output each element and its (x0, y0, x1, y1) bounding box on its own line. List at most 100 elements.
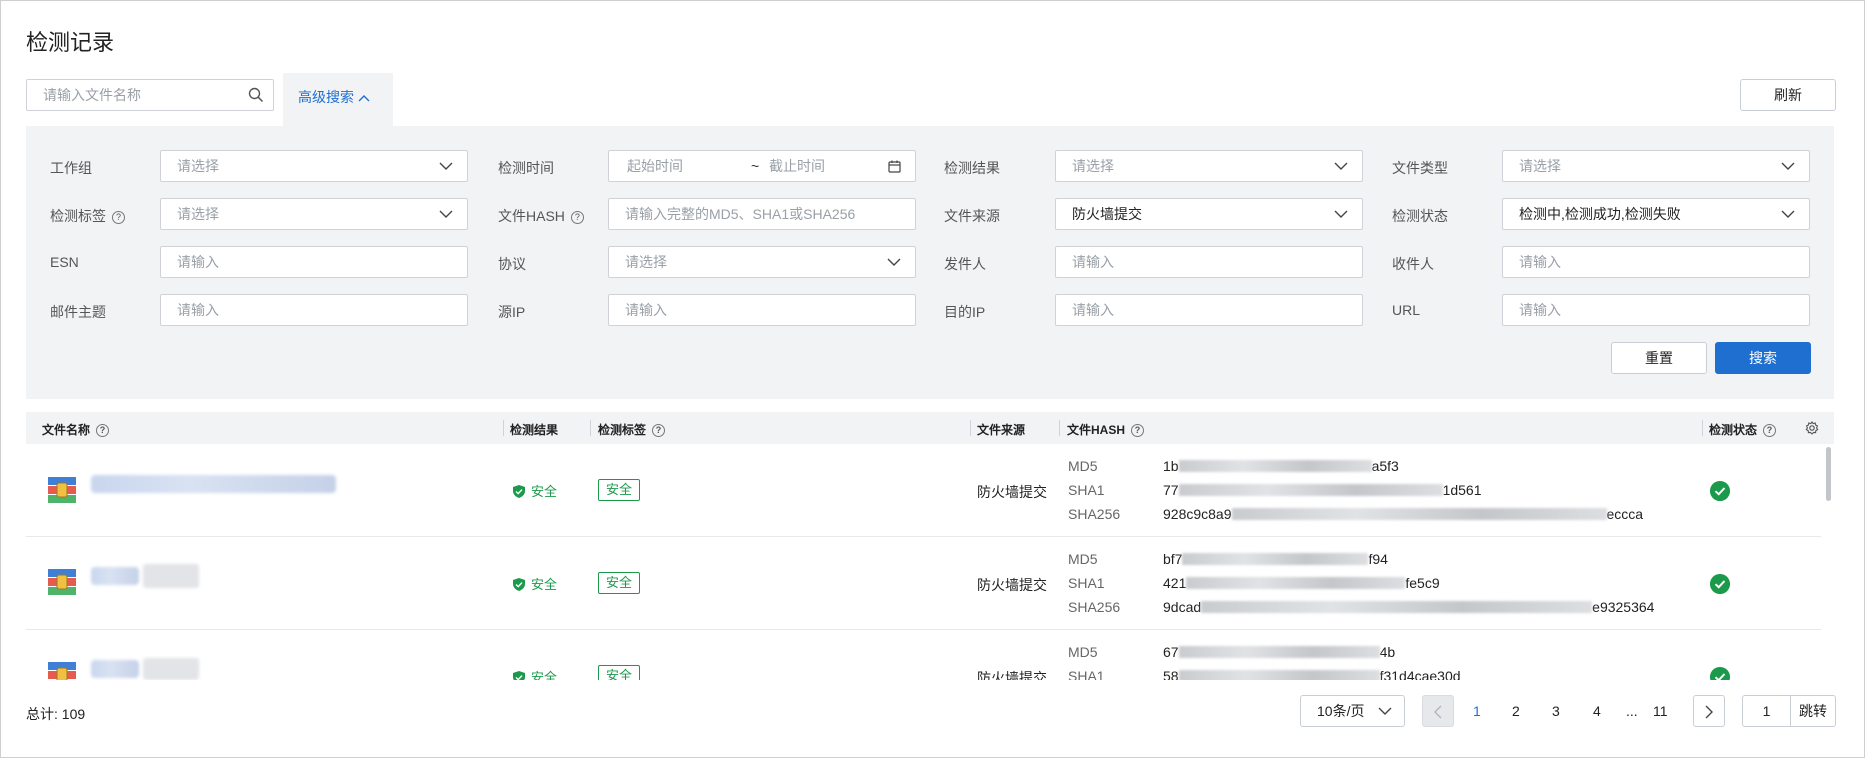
sender-placeholder: 请输入 (1072, 254, 1114, 270)
detect-status-value: 检测中,检测成功,检测失败 (1519, 206, 1681, 222)
settings-gear-icon[interactable] (1805, 421, 1819, 435)
hash-key-sha1: SHA1 (1068, 575, 1105, 591)
table-scrollbar[interactable] (1826, 447, 1831, 501)
help-icon[interactable]: ? (1763, 424, 1777, 437)
file-size-redacted (143, 564, 199, 588)
chevron-down-icon (1781, 210, 1795, 218)
src-ip-input[interactable]: 请输入 (608, 294, 916, 326)
search-icon[interactable] (248, 87, 264, 103)
file-size-redacted (143, 658, 199, 680)
file-name-search[interactable] (26, 79, 274, 111)
protocol-select[interactable]: 请选择 (608, 246, 916, 278)
label-detect-tag: 检测标签? (50, 206, 125, 226)
col-status[interactable]: 检测状态? (1709, 421, 1777, 438)
dst-ip-input[interactable]: 请输入 (1055, 294, 1363, 326)
column-divider[interactable] (1702, 420, 1703, 436)
table-row[interactable]: 安全 安全 防火墙提交 MD5 1b a5f3 SHA1 77 1d561 SHA2… (26, 444, 1821, 537)
detect-time-range[interactable]: 起始时间 ~ 截止时间 (608, 150, 916, 182)
calendar-icon[interactable] (888, 160, 901, 173)
file-type-placeholder: 请选择 (1519, 158, 1561, 174)
end-time-placeholder: 截止时间 (769, 158, 825, 174)
col-hash[interactable]: 文件HASH? (1067, 421, 1145, 438)
hash-key-md5: MD5 (1068, 551, 1098, 567)
hash-prefix: 77 (1163, 482, 1179, 498)
receiver-placeholder: 请输入 (1519, 254, 1561, 270)
hash-prefix: 67 (1163, 644, 1179, 660)
detect-result-select[interactable]: 请选择 (1055, 150, 1363, 182)
tag-badge: 安全 (598, 665, 640, 680)
search-button[interactable]: 搜索 (1715, 342, 1811, 374)
page-4[interactable]: 4 (1593, 703, 1601, 719)
page-size-select[interactable]: 10条/页 (1300, 695, 1405, 727)
hash-prefix: 58 (1163, 668, 1179, 680)
sender-input[interactable]: 请输入 (1055, 246, 1363, 278)
file-source-select[interactable]: 防火墙提交 (1055, 198, 1363, 230)
help-icon[interactable]: ? (652, 424, 666, 437)
next-page-button[interactable] (1693, 695, 1725, 727)
chevron-up-icon (358, 95, 370, 102)
page-title: 检测记录 (26, 30, 115, 55)
label-file-source: 文件来源 (944, 208, 1000, 224)
hash-suffix: eccca (1606, 506, 1644, 522)
hash-key-sha1: SHA1 (1068, 668, 1105, 680)
chevron-down-icon (1334, 162, 1348, 170)
help-icon[interactable]: ? (96, 424, 110, 437)
page-2[interactable]: 2 (1512, 703, 1520, 719)
help-icon[interactable]: ? (112, 211, 125, 224)
file-name-link[interactable] (91, 660, 139, 678)
column-divider[interactable] (970, 420, 971, 436)
result-cell: 安全 (513, 667, 557, 680)
label-detect-result: 检测结果 (944, 160, 1000, 176)
file-hash-input[interactable]: 请输入完整的MD5、SHA1或SHA256 (608, 198, 916, 230)
help-icon[interactable]: ? (1131, 424, 1145, 437)
chevron-down-icon (1334, 210, 1348, 218)
column-divider[interactable] (1059, 420, 1060, 436)
table-row[interactable]: 安全 安全 防火墙提交 MD5 bf7 f94 SHA1 421 fe5c9 SHA… (26, 537, 1821, 630)
esn-input[interactable]: 请输入 (160, 246, 468, 278)
file-source-value: 防火墙提交 (1072, 206, 1142, 222)
table-row[interactable]: 安全 安全 防火墙提交 MD5 67 4b SHA1 58 f31d4cae30d (26, 630, 1821, 680)
file-type-select[interactable]: 请选择 (1502, 150, 1810, 182)
url-input[interactable]: 请输入 (1502, 294, 1810, 326)
page-ellipsis[interactable]: ... (1626, 703, 1638, 719)
jump-button[interactable]: 跳转 (1791, 696, 1835, 726)
detect-status-select[interactable]: 检测中,检测成功,检测失败 (1502, 198, 1810, 230)
hash-key-md5: MD5 (1068, 458, 1098, 474)
tag-badge: 安全 (598, 572, 640, 594)
mail-subject-input[interactable]: 请输入 (160, 294, 468, 326)
total-count: 总计: 109 (26, 706, 86, 722)
receiver-input[interactable]: 请输入 (1502, 246, 1810, 278)
advanced-search-toggle[interactable]: 高级搜索 (283, 73, 393, 127)
col-source[interactable]: 文件来源 (977, 421, 1025, 438)
work-group-select[interactable]: 请选择 (160, 150, 468, 182)
prev-page-button[interactable] (1422, 695, 1454, 727)
column-divider[interactable] (503, 420, 504, 436)
result-text: 安全 (531, 484, 558, 499)
file-name-link[interactable] (91, 567, 139, 585)
work-group-placeholder: 请选择 (177, 158, 219, 174)
hash-value-sha1: 58 f31d4cae30d (1163, 668, 1461, 680)
file-name-link[interactable] (91, 475, 336, 493)
detect-tag-select[interactable]: 请选择 (160, 198, 468, 230)
page-1[interactable]: 1 (1473, 703, 1481, 719)
jump-page-input[interactable]: 1 (1743, 696, 1791, 726)
url-placeholder: 请输入 (1519, 302, 1561, 318)
page-3[interactable]: 3 (1552, 703, 1560, 719)
search-input[interactable] (27, 80, 237, 110)
col-result[interactable]: 检测结果 (510, 421, 558, 438)
mail-subject-placeholder: 请输入 (177, 302, 219, 318)
col-file-name[interactable]: 文件名称? (42, 421, 110, 438)
hash-value-sha256: 928c9c8a9 eccca (1163, 506, 1643, 522)
source-cell: 防火墙提交 (977, 577, 1047, 593)
chevron-down-icon (887, 258, 901, 266)
shield-check-icon (513, 485, 525, 498)
reset-button[interactable]: 重置 (1611, 342, 1707, 374)
column-divider[interactable] (590, 420, 591, 436)
chevron-left-icon (1434, 705, 1442, 719)
chevron-right-icon (1705, 705, 1713, 719)
help-icon[interactable]: ? (570, 211, 584, 224)
refresh-button[interactable]: 刷新 (1740, 79, 1836, 111)
page-11[interactable]: 11 (1653, 703, 1668, 719)
col-tag[interactable]: 检测标签? (598, 421, 666, 438)
table-body: 安全 安全 防火墙提交 MD5 1b a5f3 SHA1 77 1d561 SHA2… (26, 444, 1821, 680)
